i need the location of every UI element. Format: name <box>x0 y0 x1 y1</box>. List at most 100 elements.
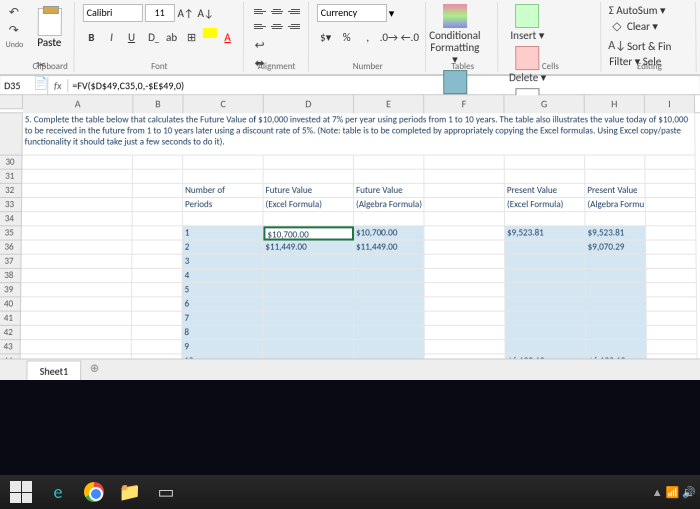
cell[interactable] <box>425 340 506 354</box>
fx-button[interactable]: fx <box>48 79 68 92</box>
cell[interactable] <box>22 241 133 255</box>
cell[interactable]: 6 <box>182 297 263 311</box>
cell[interactable] <box>132 283 183 297</box>
cell[interactable] <box>263 297 354 311</box>
cell[interactable]: (Excel Formula) <box>263 198 354 212</box>
cell[interactable] <box>645 156 695 170</box>
cell[interactable] <box>132 241 182 255</box>
cell[interactable] <box>425 354 506 358</box>
row-header[interactable]: 30 <box>0 156 23 170</box>
cell[interactable] <box>646 241 696 255</box>
cell[interactable]: 7 <box>182 312 263 326</box>
underline-button[interactable]: U <box>122 28 140 46</box>
row-header[interactable]: 39 <box>0 283 21 297</box>
cell[interactable] <box>21 255 132 269</box>
font-color-button[interactable]: A <box>219 28 237 46</box>
cell[interactable] <box>586 255 647 269</box>
cell[interactable] <box>22 212 133 226</box>
cell[interactable] <box>354 255 425 269</box>
cell[interactable] <box>505 326 586 340</box>
cell[interactable] <box>586 312 647 326</box>
cell[interactable] <box>354 156 424 170</box>
cell[interactable] <box>586 340 647 354</box>
cell[interactable] <box>133 198 183 212</box>
italic-button[interactable]: I <box>102 28 120 46</box>
cell[interactable] <box>425 269 506 283</box>
cell[interactable] <box>586 283 647 297</box>
cell[interactable] <box>21 297 132 311</box>
cell[interactable]: 2 <box>183 241 264 255</box>
cell[interactable] <box>585 156 645 170</box>
system-tray[interactable]: ▲📶🔊 <box>652 486 696 499</box>
cell[interactable] <box>424 212 505 226</box>
cell[interactable] <box>22 184 133 198</box>
cell[interactable] <box>21 283 132 297</box>
row-header[interactable]: 37 <box>0 255 22 269</box>
cell[interactable] <box>646 269 697 283</box>
row-header[interactable]: 43 <box>0 340 21 354</box>
start-button[interactable] <box>4 477 38 507</box>
cell[interactable] <box>586 297 647 311</box>
cell[interactable] <box>22 226 133 240</box>
cell[interactable] <box>424 226 505 240</box>
cell[interactable] <box>586 269 647 283</box>
cell[interactable] <box>506 340 587 354</box>
cell[interactable] <box>425 283 506 297</box>
cell[interactable] <box>133 156 183 170</box>
cell[interactable] <box>505 283 586 297</box>
cell[interactable] <box>425 241 506 255</box>
row-header[interactable]: 35 <box>0 226 22 240</box>
cell[interactable]: $10,700.00 <box>263 226 354 240</box>
undo-icon[interactable]: ↶ <box>6 4 22 20</box>
percent-button[interactable]: % <box>338 28 356 46</box>
cell[interactable] <box>646 198 696 212</box>
cell[interactable] <box>646 212 696 226</box>
cell[interactable]: Future Value <box>354 184 424 198</box>
cell[interactable] <box>263 326 354 340</box>
cell[interactable]: Present Value <box>505 184 586 198</box>
app-icon[interactable]: ▭ <box>150 478 182 506</box>
cell[interactable] <box>586 326 647 340</box>
cell[interactable]: 1 <box>183 226 264 240</box>
alignment-buttons[interactable] <box>252 4 302 33</box>
cell[interactable] <box>354 340 425 354</box>
cell[interactable]: $9,523.81 <box>505 226 586 240</box>
col-header[interactable]: D <box>264 95 354 113</box>
cell[interactable]: (Algebra Formula) <box>354 198 424 212</box>
border-button[interactable]: ⊞ <box>183 28 201 46</box>
cell[interactable]: $11,449.00 <box>263 241 354 255</box>
cell[interactable] <box>425 326 506 340</box>
cell[interactable] <box>505 297 586 311</box>
cell[interactable] <box>425 297 506 311</box>
file-explorer-icon[interactable]: 📁 <box>114 478 146 506</box>
cell[interactable] <box>183 156 263 170</box>
cell[interactable]: 5 <box>183 283 264 297</box>
cell[interactable] <box>263 340 354 354</box>
cell[interactable] <box>585 170 645 184</box>
row-header[interactable]: 41 <box>0 312 21 326</box>
cell[interactable] <box>133 170 183 184</box>
cell[interactable]: Number of <box>183 184 263 198</box>
row-header[interactable]: 44 <box>0 354 21 358</box>
cell[interactable] <box>354 269 425 283</box>
cell[interactable] <box>183 212 264 226</box>
cell[interactable] <box>354 354 425 358</box>
decrease-font-icon[interactable]: A↓ <box>197 4 215 22</box>
row-header[interactable]: 36 <box>0 241 22 255</box>
cell[interactable] <box>646 226 696 240</box>
cell[interactable]: 10 <box>182 354 263 358</box>
col-header[interactable]: G <box>504 95 584 113</box>
cell[interactable] <box>505 241 586 255</box>
cell[interactable] <box>647 297 698 311</box>
tray-icon[interactable]: ▲ <box>652 486 663 499</box>
sheet-tab[interactable]: Sheet1 <box>26 360 81 380</box>
cell[interactable] <box>425 312 506 326</box>
cell[interactable]: $9,523.81 <box>586 226 647 240</box>
cell[interactable] <box>647 354 698 358</box>
row-header[interactable]: 34 <box>0 212 22 226</box>
instruction-cell[interactable]: 5. Complete the table below that calcula… <box>23 113 696 155</box>
decrease-decimal-button[interactable]: ←.0 <box>401 28 419 46</box>
col-header[interactable]: F <box>424 95 504 113</box>
row-header[interactable]: 38 <box>0 269 21 283</box>
cell[interactable] <box>263 283 354 297</box>
